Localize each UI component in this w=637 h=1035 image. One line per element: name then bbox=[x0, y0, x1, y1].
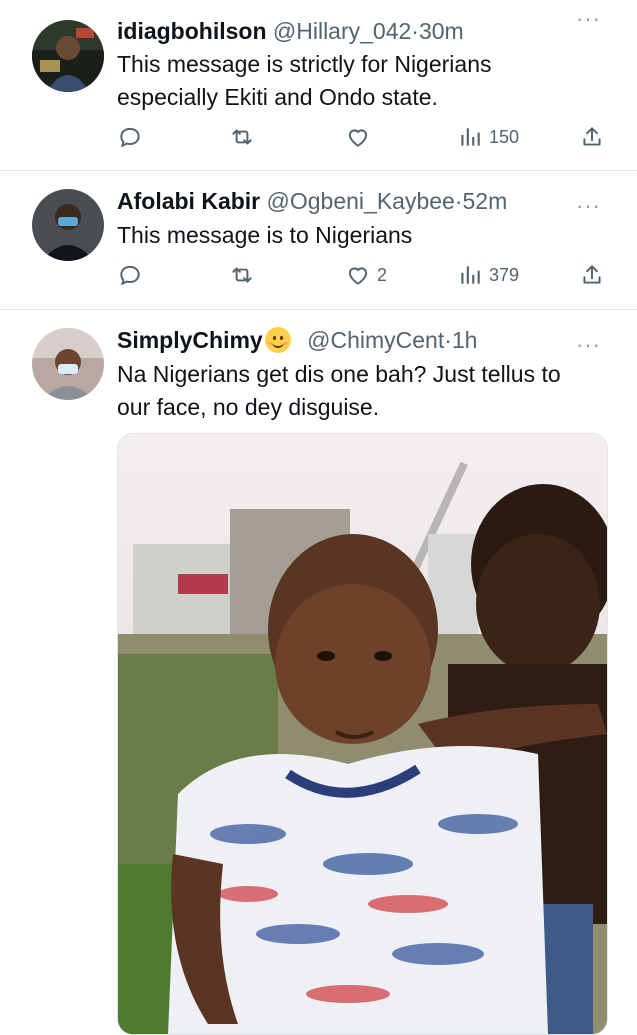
avatar[interactable] bbox=[32, 328, 104, 400]
more-options-icon[interactable]: ··· bbox=[576, 8, 601, 30]
heart-icon bbox=[348, 267, 368, 285]
reply-icon bbox=[120, 265, 140, 286]
user-handle[interactable]: @ChimyCent bbox=[307, 327, 444, 353]
retweet-icon bbox=[232, 129, 252, 145]
tweet-actions: 150 bbox=[117, 122, 607, 152]
views-button[interactable]: 379 bbox=[457, 260, 519, 290]
display-name[interactable]: idiagbohilson bbox=[117, 18, 267, 44]
tweet-text: Na Nigerians get dis one bah? Just tellu… bbox=[117, 361, 561, 420]
heart-icon bbox=[348, 129, 368, 147]
avatar[interactable] bbox=[32, 20, 104, 92]
tweet-photo[interactable] bbox=[117, 433, 608, 1035]
display-name[interactable]: Afolabi Kabir bbox=[117, 188, 260, 214]
view-count: 150 bbox=[489, 126, 520, 147]
tweet-header: Afolabi Kabir @Ogbeni_Kaybee·52m bbox=[117, 187, 587, 215]
tweet-text: This message is strictly for Nigerians e… bbox=[117, 51, 492, 110]
tweet-header: SimplyChimy @ChimyCent·1h bbox=[117, 326, 587, 354]
share-icon bbox=[583, 127, 601, 146]
like-button[interactable] bbox=[345, 122, 377, 152]
share-button[interactable] bbox=[579, 260, 605, 290]
avatar[interactable] bbox=[32, 189, 104, 261]
like-count: 2 bbox=[377, 264, 388, 285]
tweet-2[interactable]: Afolabi Kabir @Ogbeni_Kaybee·52m ··· Thi… bbox=[0, 171, 637, 310]
smiling-face-emoji-icon bbox=[264, 327, 291, 353]
user-handle[interactable]: @Hillary_042 bbox=[273, 18, 411, 44]
display-name[interactable]: SimplyChimy bbox=[117, 327, 263, 353]
views-chart-icon bbox=[461, 266, 480, 284]
tweet-1[interactable]: idiagbohilson @Hillary_042·30m ··· This … bbox=[0, 0, 637, 171]
tweet-text: This message is to Nigerians bbox=[117, 222, 413, 248]
separator: · bbox=[444, 327, 452, 353]
share-button[interactable] bbox=[579, 122, 605, 152]
reply-icon bbox=[120, 127, 140, 148]
timestamp[interactable]: 52m bbox=[463, 188, 508, 214]
user-handle[interactable]: @Ogbeni_Kaybee bbox=[267, 188, 455, 214]
reply-button[interactable] bbox=[117, 260, 143, 290]
separator: · bbox=[411, 18, 419, 44]
more-options-icon[interactable]: ··· bbox=[576, 334, 601, 356]
view-count: 379 bbox=[489, 264, 520, 285]
views-button[interactable]: 150 bbox=[457, 122, 519, 152]
views-chart-icon bbox=[461, 128, 480, 146]
timestamp[interactable]: 30m bbox=[419, 18, 464, 44]
retweet-icon bbox=[232, 267, 252, 283]
separator: · bbox=[454, 188, 463, 214]
like-button[interactable]: 2 bbox=[345, 260, 387, 290]
retweet-button[interactable] bbox=[229, 260, 255, 290]
more-options-icon[interactable]: ··· bbox=[576, 195, 601, 217]
retweet-button[interactable] bbox=[229, 122, 255, 152]
timestamp[interactable]: 1h bbox=[452, 327, 478, 353]
tweet-actions: 2 379 bbox=[117, 260, 607, 290]
reply-button[interactable] bbox=[117, 122, 143, 152]
share-icon bbox=[583, 265, 601, 284]
tweet-header: idiagbohilson @Hillary_042·30m bbox=[117, 17, 587, 45]
